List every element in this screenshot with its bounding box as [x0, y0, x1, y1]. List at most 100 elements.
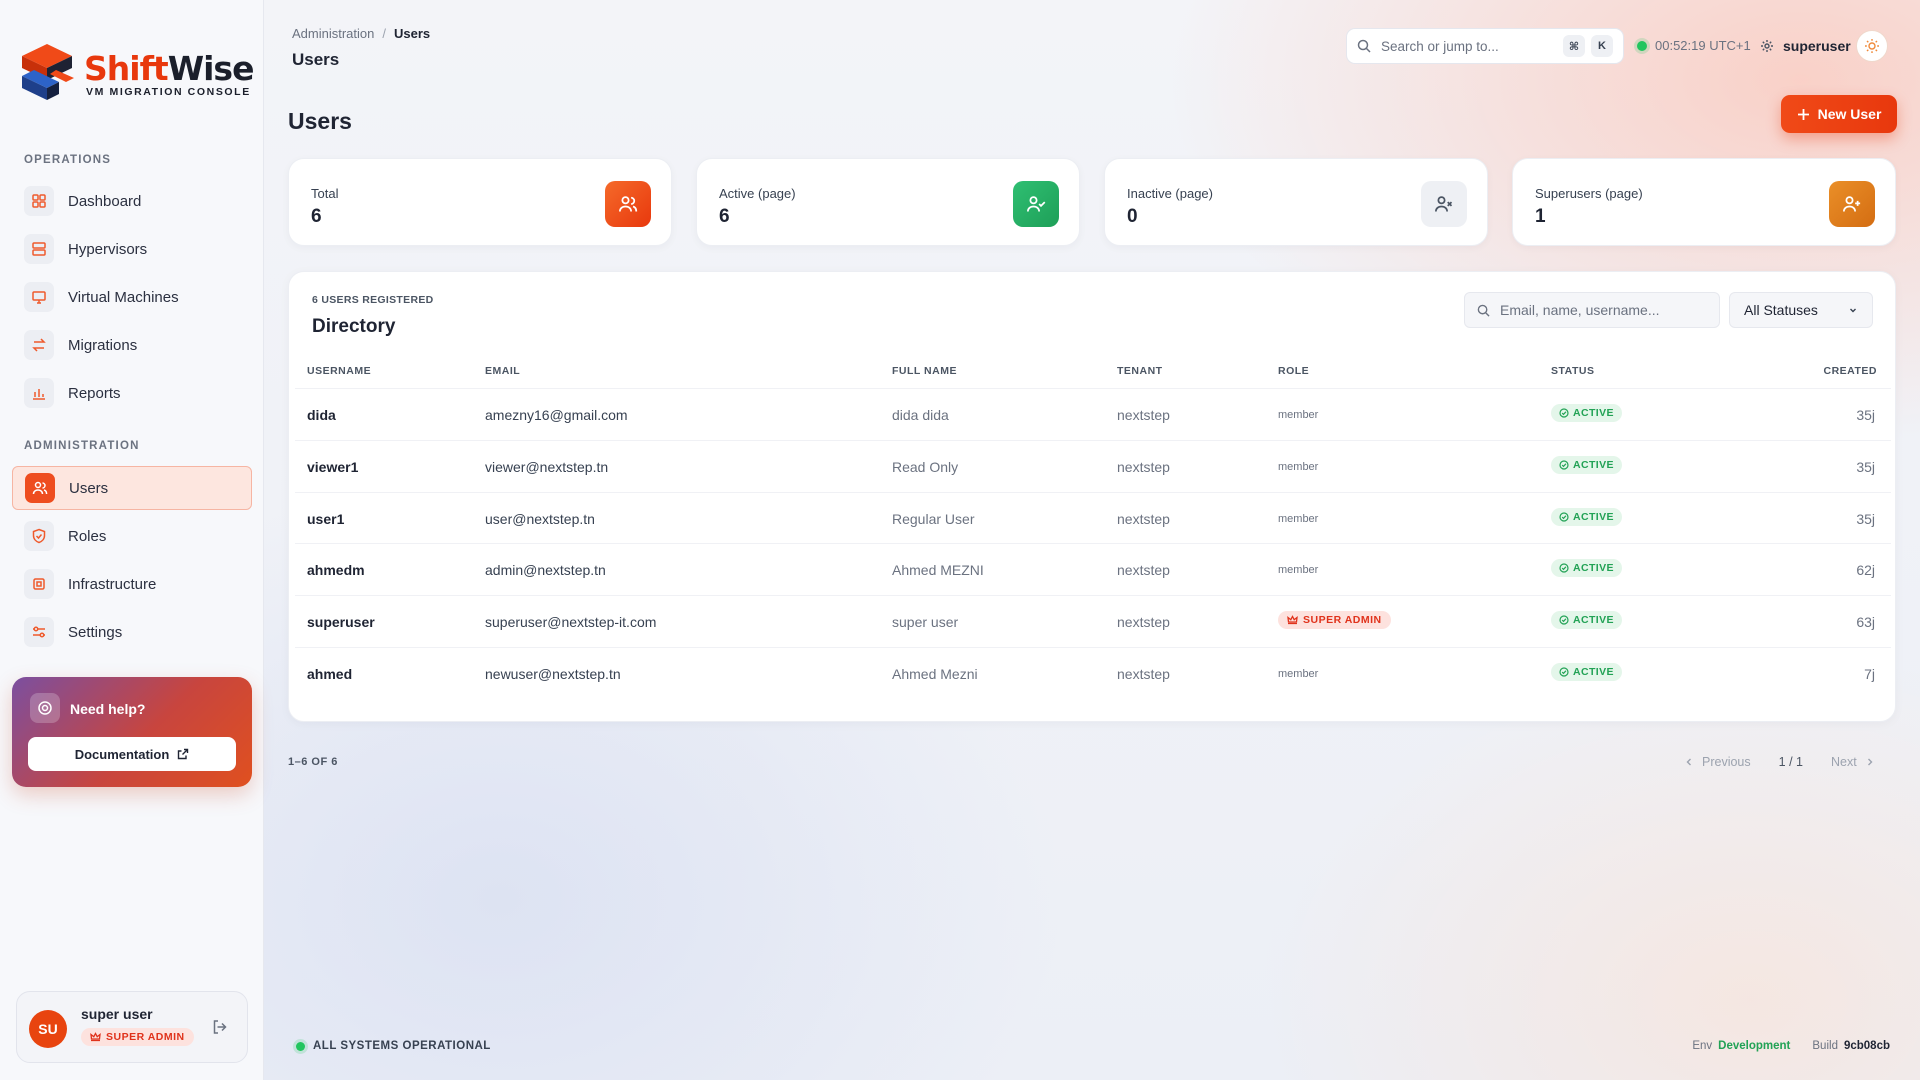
global-search-input[interactable]: Search or jump to... ⌘ K: [1346, 28, 1624, 64]
page-title: Users: [288, 108, 352, 134]
sidebar-item-hypervisors[interactable]: Hypervisors: [12, 227, 252, 271]
global-search-placeholder: Search or jump to...: [1381, 38, 1499, 54]
breadcrumb-users: Users: [394, 26, 431, 41]
cell-full-name: Ahmed Mezni: [892, 666, 978, 682]
column-header-full-name[interactable]: FULL NAME: [892, 365, 957, 377]
logout-icon[interactable]: [211, 1018, 229, 1036]
sidebar: ShiftWise VM MIGRATION CONSOLE OPERATION…: [0, 0, 264, 1080]
brand-name: ShiftWise: [84, 49, 254, 88]
sidebar-item-settings[interactable]: Settings: [12, 610, 252, 654]
env-label: Env: [1692, 1040, 1713, 1052]
sidebar-item-virtual-machines[interactable]: Virtual Machines: [12, 275, 252, 319]
column-header-status[interactable]: STATUS: [1551, 365, 1594, 377]
brand-logo[interactable]: ShiftWise VM MIGRATION CONSOLE: [14, 40, 254, 106]
cell-role: member: [1278, 668, 1319, 680]
cell-full-name: dida dida: [892, 407, 949, 423]
crown-icon: [1287, 615, 1298, 625]
table-row[interactable]: superuser superuser@nextstep-it.com super …: [295, 595, 1891, 647]
current-user-card[interactable]: SU super user SUPER ADMIN: [16, 991, 248, 1063]
cell-username[interactable]: superuser: [307, 614, 375, 630]
cell-email: amezny16@gmail.com: [485, 407, 628, 423]
header-user-menu[interactable]: superuser: [1760, 38, 1851, 54]
table-row[interactable]: viewer1 viewer@nextstep.tn Read Only nextst…: [295, 440, 1891, 492]
current-user-name: super user: [81, 1006, 153, 1022]
stat-label: Superusers (page): [1535, 186, 1643, 201]
sidebar-item-migrations[interactable]: Migrations: [12, 323, 252, 367]
sidebar-item-label: Migrations: [68, 336, 138, 354]
cell-username[interactable]: ahmedm: [307, 562, 365, 578]
main-content: Administration / Users Users Search or jum…: [264, 0, 1920, 1080]
sidebar-item-dashboard[interactable]: Dashboard: [12, 179, 252, 223]
cell-status: ACTIVE: [1551, 508, 1622, 526]
documentation-button[interactable]: Documentation: [28, 737, 236, 771]
sidebar-item-reports[interactable]: Reports: [12, 371, 252, 415]
sidebar-item-label: Dashboard: [68, 192, 142, 210]
cell-role: member: [1278, 461, 1319, 473]
sidebar-item-roles[interactable]: Roles: [12, 514, 252, 558]
stat-value: 6: [719, 206, 730, 227]
cell-role: SUPER ADMIN: [1278, 611, 1391, 629]
stat-card-active: Active (page) 6: [696, 158, 1080, 246]
chevron-right-icon[interactable]: [1865, 757, 1875, 767]
new-user-button[interactable]: New User: [1781, 95, 1897, 133]
cell-email: newuser@nextstep.tn: [485, 666, 621, 682]
sidebar-item-label: Reports: [68, 384, 121, 402]
shield-icon: [24, 521, 54, 551]
cell-username[interactable]: viewer1: [307, 459, 358, 475]
status-filter-select[interactable]: All Statuses: [1729, 292, 1873, 328]
cell-status: ACTIVE: [1551, 611, 1622, 629]
table-row[interactable]: dida amezny16@gmail.com dida dida nextstep m…: [295, 388, 1891, 440]
directory-search-input[interactable]: Email, name, username...: [1464, 292, 1720, 328]
documentation-label: Documentation: [74, 746, 170, 762]
avatar: SU: [29, 1010, 67, 1048]
directory-title: Directory: [312, 316, 396, 337]
chevron-left-icon[interactable]: [1684, 757, 1694, 767]
table-row[interactable]: ahmed newuser@nextstep.tn Ahmed Mezni nexts…: [295, 647, 1891, 699]
status-dot-icon: [1637, 40, 1647, 51]
cell-full-name: super user: [892, 614, 959, 630]
column-header-email[interactable]: EMAIL: [485, 365, 520, 377]
stat-value: 0: [1127, 206, 1138, 227]
column-header-role[interactable]: ROLE: [1278, 365, 1309, 377]
cell-tenant: nextstep: [1117, 614, 1170, 630]
theme-toggle-button[interactable]: [1856, 30, 1888, 62]
command-key-icon: ⌘: [1563, 35, 1585, 57]
stat-label: Active (page): [719, 186, 796, 201]
cell-role: member: [1278, 513, 1319, 525]
sidebar-item-label: Hypervisors: [68, 240, 148, 258]
cell-created: 62j: [1856, 562, 1875, 578]
swap-icon: [24, 330, 54, 360]
next-page-button[interactable]: Next: [1831, 755, 1857, 769]
table-row[interactable]: user1 user@nextstep.tn Regular User nextste…: [295, 492, 1891, 544]
super-admin-badge: SUPER ADMIN: [81, 1028, 194, 1046]
build-info: Env Development Build 9cb08cb: [1692, 1040, 1890, 1052]
previous-page-button[interactable]: Previous: [1702, 755, 1751, 769]
column-header-username[interactable]: USERNAME: [307, 365, 371, 377]
status-badge: ACTIVE: [1551, 508, 1622, 526]
cell-username[interactable]: dida: [307, 407, 336, 423]
system-status: ALL SYSTEMS OPERATIONAL: [296, 1040, 491, 1052]
status-badge: ACTIVE: [1551, 404, 1622, 422]
plus-icon: [1797, 108, 1809, 120]
system-clock: 00:52:19 UTC+1: [1637, 38, 1751, 53]
breadcrumb-administration[interactable]: Administration: [292, 26, 374, 41]
check-circle-icon: [1559, 408, 1569, 418]
cell-full-name: Regular User: [892, 511, 975, 527]
column-header-tenant[interactable]: TENANT: [1117, 365, 1163, 377]
cell-full-name: Read Only: [892, 459, 959, 475]
header-title: Users: [292, 50, 340, 69]
users-icon: [605, 181, 651, 227]
cell-tenant: nextstep: [1117, 459, 1170, 475]
sidebar-item-infrastructure[interactable]: Infrastructure: [12, 562, 252, 606]
pagination-summary: 1–6 OF 6: [288, 756, 338, 768]
table-row[interactable]: ahmedm admin@nextstep.tn Ahmed MEZNI nextst…: [295, 543, 1891, 595]
sliders-icon: [24, 617, 54, 647]
external-link-icon: [178, 748, 189, 760]
user-check-icon: [1013, 181, 1059, 227]
sidebar-item-users[interactable]: Users: [12, 466, 252, 510]
stacked-cubes-logo-icon: [22, 44, 74, 100]
column-header-created[interactable]: CREATED: [1824, 365, 1877, 377]
cell-username[interactable]: user1: [307, 511, 344, 527]
cell-username[interactable]: ahmed: [307, 666, 352, 682]
cell-status: ACTIVE: [1551, 404, 1622, 422]
